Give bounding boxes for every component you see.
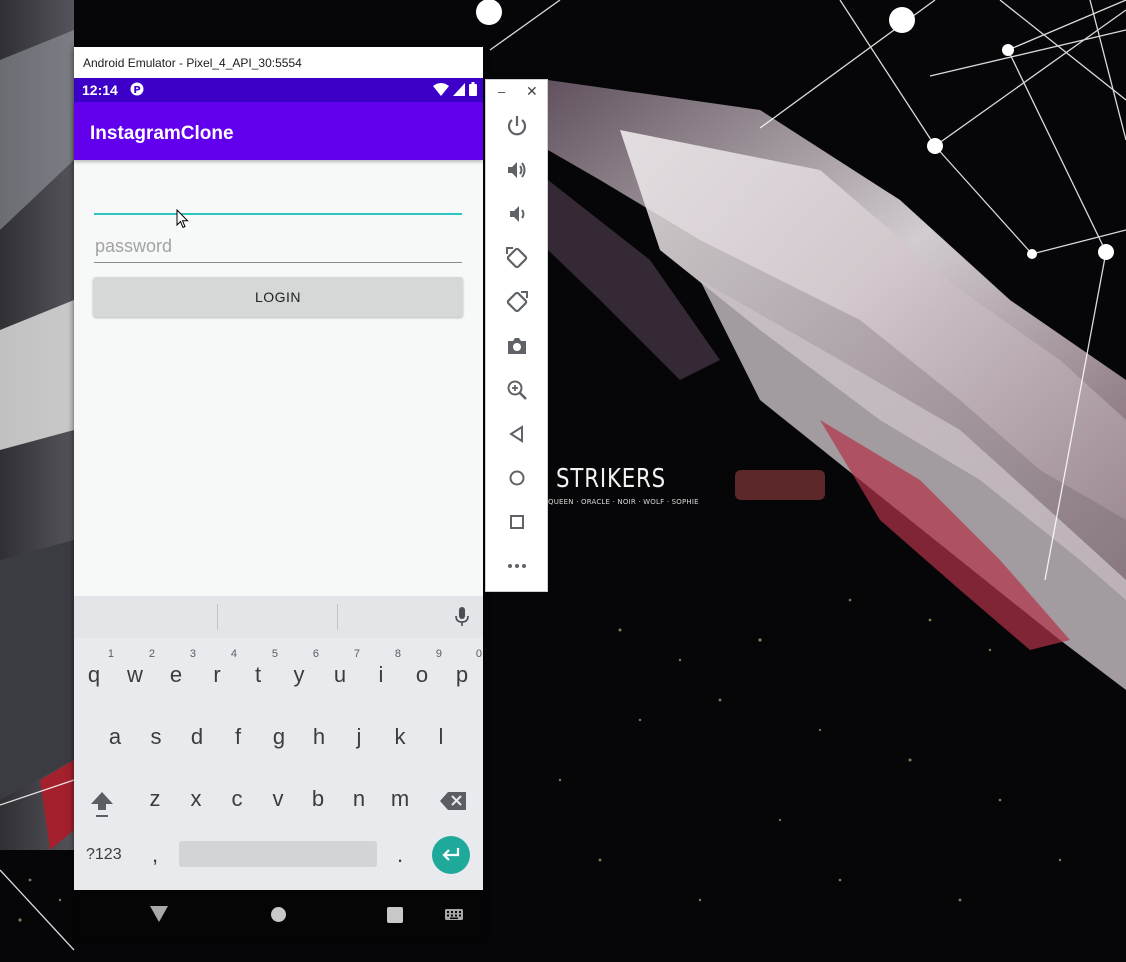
key-q[interactable]: q1 bbox=[76, 644, 114, 696]
status-bar: 12:14 P bbox=[74, 78, 483, 102]
key-h[interactable]: h bbox=[301, 706, 337, 758]
home-icon[interactable] bbox=[505, 466, 529, 490]
key-k[interactable]: k bbox=[382, 706, 418, 758]
key-e[interactable]: e3 bbox=[158, 644, 196, 696]
navigation-bar bbox=[74, 890, 483, 942]
key-f[interactable]: f bbox=[220, 706, 256, 758]
enter-icon bbox=[442, 848, 460, 861]
key-n[interactable]: n bbox=[341, 768, 377, 820]
emulator-toolbar: – ✕ bbox=[485, 79, 548, 592]
key-t[interactable]: t5 bbox=[240, 644, 278, 696]
key-s[interactable]: s bbox=[138, 706, 174, 758]
nav-recents-icon[interactable] bbox=[387, 907, 403, 923]
period-key[interactable]: . bbox=[397, 842, 403, 868]
key-o[interactable]: o9 bbox=[404, 644, 442, 696]
key-y[interactable]: y6 bbox=[281, 644, 320, 696]
zoom-icon[interactable] bbox=[505, 378, 529, 402]
more-icon[interactable] bbox=[505, 554, 529, 578]
key-a[interactable]: a bbox=[97, 706, 133, 758]
comma-key[interactable]: , bbox=[152, 842, 158, 868]
window-titlebar[interactable]: Android Emulator - Pixel_4_API_30:5554 bbox=[74, 47, 483, 79]
password-field[interactable] bbox=[94, 230, 462, 263]
login-button[interactable]: LOGIN bbox=[93, 277, 463, 317]
key-d[interactable]: d bbox=[179, 706, 215, 758]
shift-icon bbox=[91, 792, 113, 817]
key-j[interactable]: j bbox=[341, 706, 377, 758]
soft-keyboard: q1 w2 e3 r4 t5 y6 u7 i8 o9 p0 a s d f g … bbox=[74, 596, 483, 890]
key-p[interactable]: p0 bbox=[444, 644, 482, 696]
notification-icon: P bbox=[130, 82, 144, 101]
microphone-icon[interactable] bbox=[454, 606, 470, 628]
emulator-window: Android Emulator - Pixel_4_API_30:5554 1… bbox=[74, 47, 483, 942]
rotate-left-icon[interactable] bbox=[505, 246, 529, 270]
key-l[interactable]: l bbox=[423, 706, 459, 758]
shift-key[interactable] bbox=[84, 768, 120, 820]
key-v[interactable]: v bbox=[260, 768, 296, 820]
app-bar: InstagramClone bbox=[74, 102, 483, 160]
backspace-icon bbox=[440, 792, 466, 810]
signal-icon bbox=[453, 82, 465, 96]
power-icon[interactable] bbox=[505, 114, 529, 138]
symbols-key[interactable]: ?123 bbox=[86, 846, 122, 864]
wifi-icon bbox=[433, 82, 449, 96]
volume-down-icon[interactable] bbox=[505, 202, 529, 226]
backspace-key[interactable] bbox=[436, 768, 472, 820]
mouse-pointer-icon bbox=[176, 209, 189, 229]
key-i[interactable]: i8 bbox=[363, 644, 401, 696]
keyboard-switch-icon[interactable] bbox=[445, 909, 463, 920]
suggestion-divider bbox=[217, 604, 218, 630]
volume-up-icon[interactable] bbox=[505, 158, 529, 182]
nav-home-icon[interactable] bbox=[271, 907, 286, 922]
key-c[interactable]: c bbox=[219, 768, 255, 820]
status-time: 12:14 bbox=[82, 82, 118, 98]
battery-icon bbox=[469, 82, 477, 96]
space-key[interactable] bbox=[179, 841, 377, 867]
window-title: Android Emulator - Pixel_4_API_30:5554 bbox=[83, 56, 302, 70]
nav-back-icon[interactable] bbox=[150, 906, 168, 922]
close-icon[interactable]: ✕ bbox=[526, 83, 538, 100]
svg-text:P: P bbox=[133, 85, 140, 96]
login-form: LOGIN bbox=[74, 160, 483, 596]
key-z[interactable]: z bbox=[137, 768, 173, 820]
overview-icon[interactable] bbox=[505, 510, 529, 534]
suggestion-strip bbox=[74, 596, 483, 638]
key-w[interactable]: w2 bbox=[117, 644, 155, 696]
suggestion-divider bbox=[337, 604, 338, 630]
key-r[interactable]: r4 bbox=[199, 644, 237, 696]
wallpaper-title: STRIKERS bbox=[556, 464, 667, 494]
minimize-icon[interactable]: – bbox=[498, 84, 505, 99]
key-x[interactable]: x bbox=[178, 768, 214, 820]
back-icon[interactable] bbox=[505, 422, 529, 446]
key-b[interactable]: b bbox=[300, 768, 336, 820]
key-g[interactable]: g bbox=[261, 706, 297, 758]
key-m[interactable]: m bbox=[382, 768, 418, 820]
app-title: InstagramClone bbox=[90, 123, 234, 144]
username-field[interactable] bbox=[94, 178, 462, 215]
rotate-right-icon[interactable] bbox=[505, 290, 529, 314]
enter-key[interactable] bbox=[432, 836, 470, 874]
key-u[interactable]: u7 bbox=[322, 644, 360, 696]
camera-icon[interactable] bbox=[505, 334, 529, 358]
wallpaper-subtitle: QUEEN · ORACLE · NOIR · WOLF · SOPHIE bbox=[548, 498, 699, 506]
